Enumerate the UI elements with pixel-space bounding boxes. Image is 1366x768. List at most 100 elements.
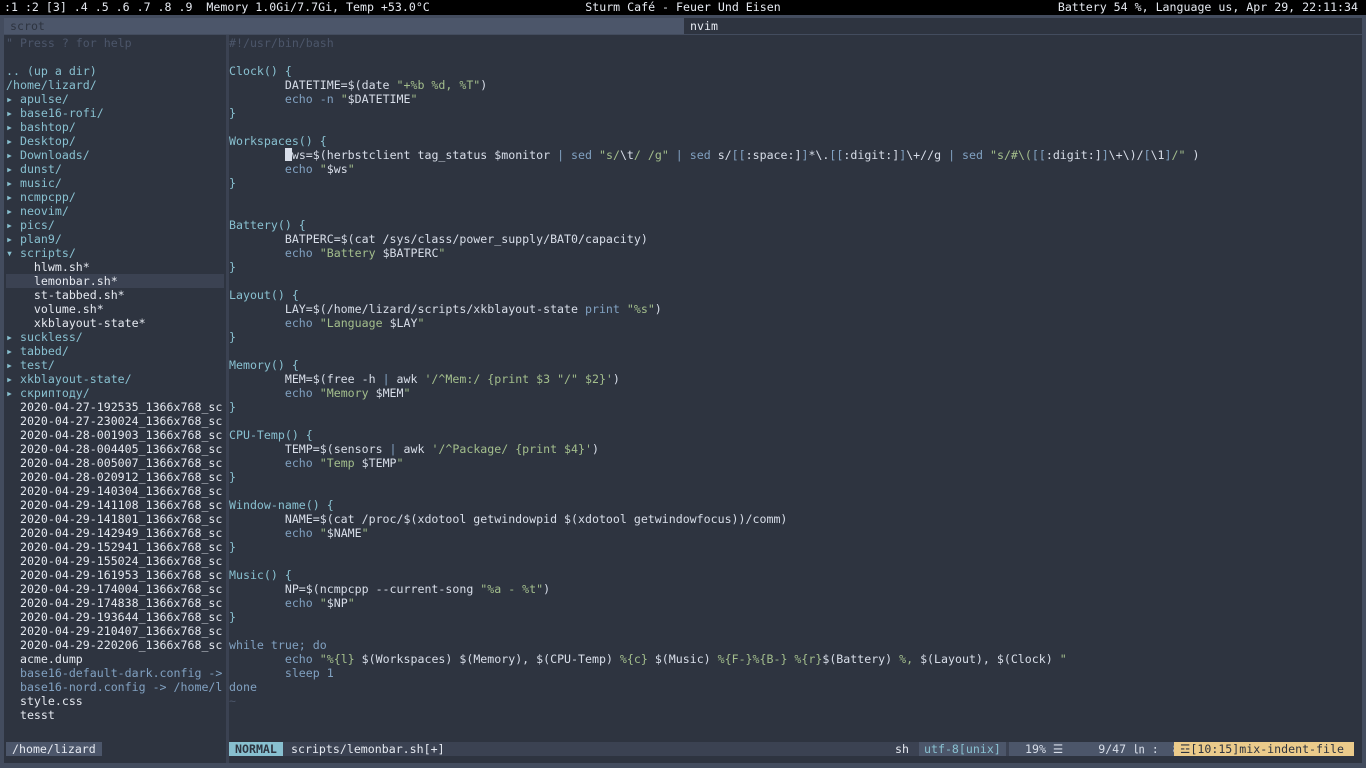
code-line[interactable]: ws=$(herbstclient tag_status $monitor | … bbox=[229, 148, 1199, 162]
code-line[interactable]: #!/usr/bin/bash bbox=[229, 36, 334, 50]
code-line[interactable]: } bbox=[229, 400, 236, 414]
editor-pane[interactable]: #!/usr/bin/bash Clock() { DATETIME=$(date… bbox=[229, 35, 1362, 763]
code-line[interactable]: echo "Battery $BATPERC" bbox=[229, 246, 446, 260]
tree-dir-item[interactable]: ▸ plan9/ bbox=[6, 232, 224, 246]
tree-dir-item[interactable]: ▸ Desktop/ bbox=[6, 134, 224, 148]
tree-file-item[interactable]: 2020-04-29-161953_1366x768_sc bbox=[6, 568, 224, 582]
code-line[interactable]: NP=$(ncmpcpp --current-song "%a - %t") bbox=[229, 582, 550, 596]
tree-dir-item[interactable]: ▸ neovim/ bbox=[6, 204, 224, 218]
code-line[interactable]: Layout() { bbox=[229, 288, 299, 302]
tree-dir-item[interactable]: ▸ apulse/ bbox=[6, 92, 224, 106]
tree-file-item[interactable]: 2020-04-29-152941_1366x768_sc bbox=[6, 540, 224, 554]
tree-file-item[interactable]: 2020-04-29-193644_1366x768_sc bbox=[6, 610, 224, 624]
tree-file-item[interactable]: 2020-04-29-210407_1366x768_sc bbox=[6, 624, 224, 638]
tree-file-item[interactable]: 2020-04-27-192535_1366x768_sc bbox=[6, 400, 224, 414]
code-token: ) bbox=[654, 302, 662, 316]
tab-nvim[interactable]: nvim bbox=[684, 18, 1362, 34]
tree-file-item[interactable]: hlwm.sh* bbox=[6, 260, 224, 274]
tree-dir-item[interactable]: ▸ tabbed/ bbox=[6, 344, 224, 358]
code-line[interactable]: Window-name() { bbox=[229, 498, 334, 512]
tree-file-item[interactable]: base16-default-dark.config -> bbox=[6, 666, 224, 680]
tree-file-item[interactable]: style.css bbox=[6, 694, 224, 708]
tree-file-item[interactable]: 2020-04-29-140304_1366x768_sc bbox=[6, 484, 224, 498]
code-line[interactable]: } bbox=[229, 106, 236, 120]
tree-file-item[interactable]: 2020-04-29-174838_1366x768_sc bbox=[6, 596, 224, 610]
tree-dir-item[interactable]: ▸ bashtop/ bbox=[6, 120, 224, 134]
code-line[interactable]: ~ bbox=[229, 694, 236, 708]
tree-file-item[interactable]: 2020-04-27-230024_1366x768_sc bbox=[6, 414, 224, 428]
code-token: } bbox=[229, 610, 236, 624]
code-line[interactable]: echo -n "$DATETIME" bbox=[229, 92, 418, 106]
code-line[interactable]: Battery() { bbox=[229, 218, 306, 232]
tree-file-item[interactable]: st-tabbed.sh* bbox=[6, 288, 224, 302]
code-token: echo -n bbox=[229, 92, 341, 106]
tree-file-item[interactable]: 2020-04-29-220206_1366x768_sc bbox=[6, 638, 224, 652]
tree-file-item[interactable]: 2020-04-29-141801_1366x768_sc bbox=[6, 512, 224, 526]
code-line[interactable]: } bbox=[229, 260, 236, 274]
code-line[interactable]: BATPERC=$(cat /sys/class/power_supply/BA… bbox=[229, 232, 648, 246]
code-line[interactable]: } bbox=[229, 176, 236, 190]
code-line[interactable]: MEM=$(free -h | awk '/^Mem:/ {print $3 "… bbox=[229, 372, 620, 386]
up-dir-link[interactable]: .. (up a dir) bbox=[6, 64, 224, 78]
tree-file-item[interactable]: 2020-04-29-142949_1366x768_sc bbox=[6, 526, 224, 540]
tree-file-item[interactable]: lemonbar.sh* bbox=[6, 274, 224, 288]
code-line[interactable]: echo "Memory $MEM" bbox=[229, 386, 411, 400]
tree-file-item[interactable]: 2020-04-28-001903_1366x768_sc bbox=[6, 428, 224, 442]
code-token: awk bbox=[403, 442, 432, 456]
code-line[interactable]: Workspaces() { bbox=[229, 134, 327, 148]
code-token: Workspaces() { bbox=[229, 134, 327, 148]
code-token: \1 bbox=[1150, 148, 1165, 162]
tree-dir-item[interactable]: ▸ ncmpcpp/ bbox=[6, 190, 224, 204]
code-line[interactable]: echo "$NAME" bbox=[229, 526, 369, 540]
tree-dir-item[interactable]: ▸ xkblayout-state/ bbox=[6, 372, 224, 386]
tree-file-item[interactable]: volume.sh* bbox=[6, 302, 224, 316]
tree-file-item[interactable]: base16-nord.config -> /home/l bbox=[6, 680, 224, 694]
code-line[interactable]: LAY=$(/home/lizard/scripts/xkblayout-sta… bbox=[229, 302, 662, 316]
code-line[interactable]: Memory() { bbox=[229, 358, 299, 372]
file-tree-pane[interactable]: " Press ? for help.. (up a dir)/home/liz… bbox=[4, 35, 226, 763]
code-line[interactable]: echo "$NP" bbox=[229, 596, 355, 610]
code-line[interactable]: } bbox=[229, 610, 236, 624]
tree-file-item[interactable]: 2020-04-28-020912_1366x768_sc bbox=[6, 470, 224, 484]
code-line[interactable]: while true; do bbox=[229, 638, 327, 652]
code-line[interactable]: CPU-Temp() { bbox=[229, 428, 313, 442]
code-line[interactable]: done bbox=[229, 680, 257, 694]
tree-dir-item[interactable]: ▸ suckless/ bbox=[6, 330, 224, 344]
code-token: awk bbox=[396, 372, 425, 386]
code-line[interactable]: echo "Temp $TEMP" bbox=[229, 456, 404, 470]
tree-dir-item[interactable]: ▸ dunst/ bbox=[6, 162, 224, 176]
code-token: | sed bbox=[948, 148, 990, 162]
code-line[interactable]: DATETIME=$(date "+%b %d, %T") bbox=[229, 78, 487, 92]
code-line[interactable]: Clock() { bbox=[229, 64, 292, 78]
code-line[interactable]: NAME=$(cat /proc/$(xdotool getwindowpid … bbox=[229, 512, 788, 526]
code-line[interactable]: echo "$ws" bbox=[229, 162, 355, 176]
tree-file-item[interactable]: 2020-04-29-174004_1366x768_sc bbox=[6, 582, 224, 596]
tree-dir-item[interactable]: ▸ Downloads/ bbox=[6, 148, 224, 162]
code-token: " bbox=[319, 526, 327, 540]
code-line[interactable]: } bbox=[229, 330, 236, 344]
tree-dir-item[interactable]: ▸ test/ bbox=[6, 358, 224, 372]
code-token: ) bbox=[480, 78, 488, 92]
code-line[interactable]: } bbox=[229, 540, 236, 554]
tree-file-item[interactable]: acme.dump bbox=[6, 652, 224, 666]
tree-dir-item[interactable]: ▸ music/ bbox=[6, 176, 224, 190]
code-line[interactable]: TEMP=$(sensors | awk '/^Package/ {print … bbox=[229, 442, 599, 456]
tree-dir-item[interactable]: ▸ pics/ bbox=[6, 218, 224, 232]
code-token: :space:] bbox=[745, 148, 802, 162]
tree-file-item[interactable]: 2020-04-28-004405_1366x768_sc bbox=[6, 442, 224, 456]
tree-dir-item[interactable]: ▸ скриптоду/ bbox=[6, 386, 224, 400]
tree-file-item[interactable]: 2020-04-29-141108_1366x768_sc bbox=[6, 498, 224, 512]
code-line[interactable]: echo "Language $LAY" bbox=[229, 316, 425, 330]
tree-dir-item[interactable]: ▾ scripts/ bbox=[6, 246, 224, 260]
code-line[interactable]: echo "%{l} $(Workspaces) $(Memory), $(CP… bbox=[229, 652, 1067, 666]
code-line[interactable]: sleep 1 bbox=[229, 666, 334, 680]
tree-file-item[interactable]: 2020-04-28-005007_1366x768_sc bbox=[6, 456, 224, 470]
code-line[interactable]: Music() { bbox=[229, 568, 292, 582]
tree-file-item[interactable]: tesst bbox=[6, 708, 224, 722]
tab-scrot[interactable]: scrot bbox=[4, 18, 684, 34]
code-token: ~ bbox=[229, 694, 236, 708]
tree-file-item[interactable]: xkblayout-state* bbox=[6, 316, 224, 330]
code-line[interactable]: } bbox=[229, 470, 236, 484]
tree-dir-item[interactable]: ▸ base16-rofi/ bbox=[6, 106, 224, 120]
tree-file-item[interactable]: 2020-04-29-155024_1366x768_sc bbox=[6, 554, 224, 568]
